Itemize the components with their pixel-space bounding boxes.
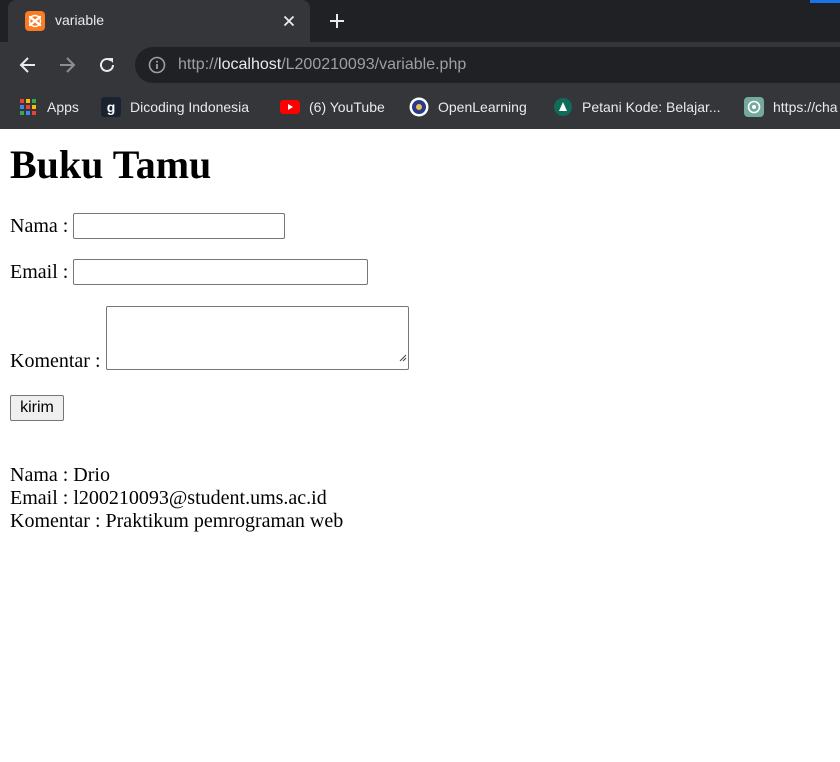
bookmark-openlearning[interactable]: OpenLearning [409,96,527,118]
bookmark-label: https://cha [773,99,838,115]
nama-row: Nama : [10,213,286,239]
forward-arrow-icon[interactable] [53,51,81,79]
svg-text:g: g [107,99,116,115]
page-title: Buku Tamu [10,142,212,187]
youtube-icon [280,97,300,117]
bookmark-apps[interactable]: Apps [18,96,79,118]
openlearning-icon [409,97,429,117]
tab-close-icon[interactable] [278,10,300,32]
new-tab-plus-icon[interactable] [326,10,348,32]
url-host: localhost [218,56,282,73]
bookmark-petanikode[interactable]: Petani Kode: Belajar... [553,96,721,118]
url-path: /L200210093/variable.php [281,56,467,73]
bookmark-label: Dicoding Indonesia [130,99,250,115]
browser-tab[interactable]: variable [8,0,310,42]
komentar-row: Komentar : [10,306,409,372]
bookmark-chatgpt[interactable]: https://cha [744,96,838,118]
page-content: Buku Tamu Nama : Email : Komentar : kiri… [0,129,840,762]
nama-input[interactable] [73,213,286,239]
output-email: Email : l200210093@student.ums.ac.id [10,487,327,509]
site-info-icon[interactable] [148,56,166,74]
bookmark-label: Petani Kode: Belajar... [582,99,721,115]
url-scheme: http:// [178,56,219,73]
tabstrip-accent [810,0,840,3]
tab-strip: variable [0,0,840,42]
bookmarks-bar: Apps g Dicoding Indonesia (6) YouTube Op… [0,88,840,129]
bookmark-dicoding[interactable]: g Dicoding Indonesia [101,96,249,118]
apps-grid-icon [18,97,38,117]
email-label: Email : [10,260,69,283]
resize-grip-icon[interactable] [397,345,407,368]
dicoding-icon: g [101,97,121,117]
kirim-button[interactable]: kirim [10,395,64,421]
bookmark-label: OpenLearning [438,99,527,115]
browser-toolbar: http://localhost/L200210093/variable.php [0,42,840,88]
output-nama: Nama : Drio [10,464,110,486]
email-input[interactable] [73,259,369,285]
address-bar[interactable]: http://localhost/L200210093/variable.php [135,47,840,83]
url-text: http://localhost/L200210093/variable.php [178,56,466,74]
nama-label: Nama : [10,214,69,237]
back-arrow-icon[interactable] [14,51,42,79]
petanikode-icon [553,97,573,117]
chatgpt-icon [744,97,764,117]
bookmark-label: Apps [47,99,79,115]
browser-chrome: variable http://localhost/L200210093/var… [0,0,840,129]
email-row: Email : [10,259,369,285]
tab-title: variable [55,12,105,28]
bookmark-youtube[interactable]: (6) YouTube [280,96,385,118]
xampp-favicon-icon [25,11,45,31]
komentar-label: Komentar : [10,350,101,372]
bookmark-label: (6) YouTube [309,99,385,115]
output-komentar: Komentar : Praktikum pemrograman web [10,510,344,532]
komentar-textarea[interactable] [105,306,409,370]
reload-icon[interactable] [93,51,121,79]
